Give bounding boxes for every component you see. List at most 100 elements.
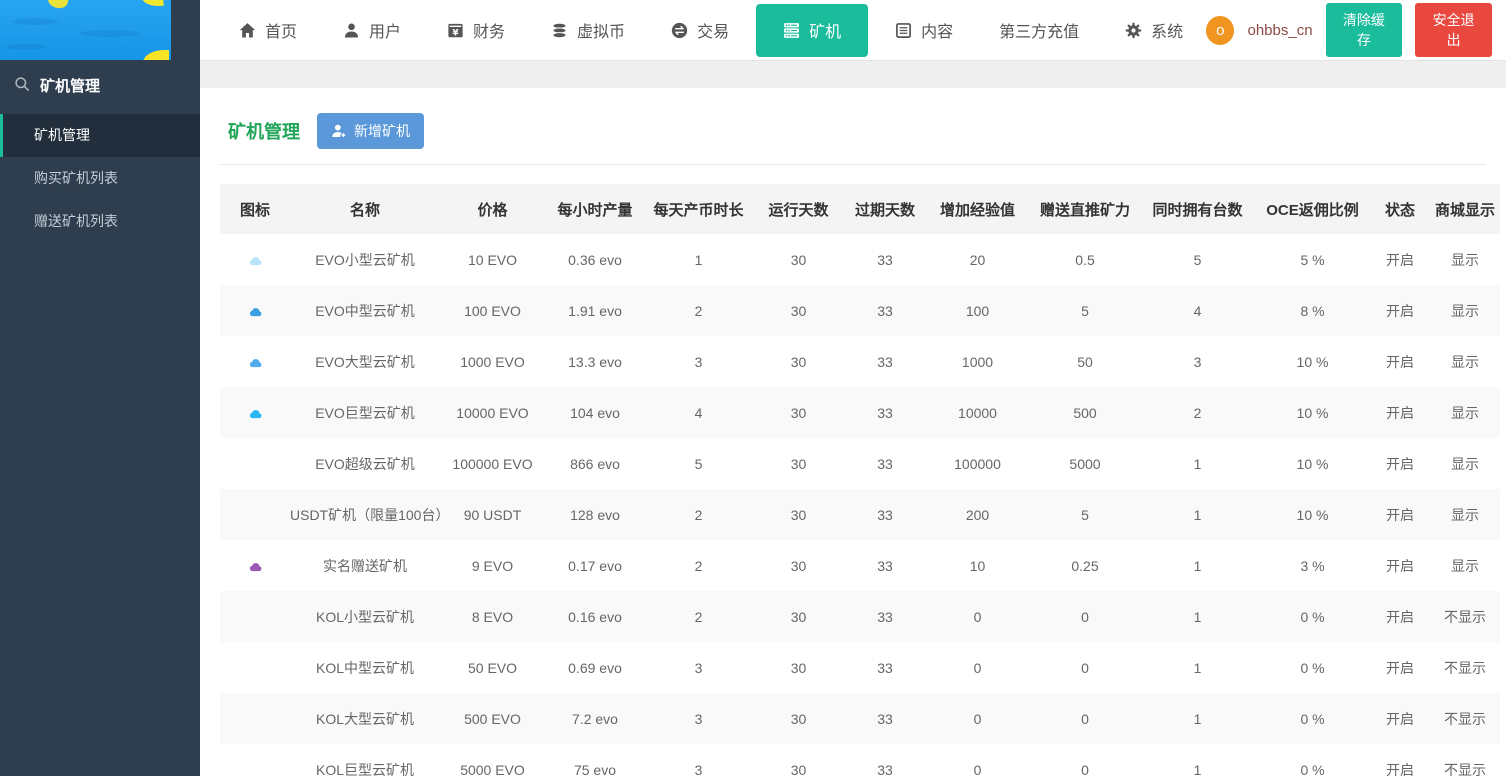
column-header: 商城显示 (1430, 184, 1500, 234)
cell-expire_days: 33 (877, 404, 893, 421)
nav-item[interactable]: 用户 (320, 0, 424, 60)
table-row: EVO超级云矿机 100000 EVO 866 evo 5 30 33 100000 5000… (220, 438, 1500, 489)
column-header: 赠送直推矿力 (1030, 184, 1140, 234)
cell-max_count: 1 (1193, 608, 1202, 625)
add-machine-button[interactable]: 新增矿机 (317, 113, 424, 149)
avatar[interactable]: o (1206, 15, 1235, 45)
cell-run_days: 30 (790, 455, 807, 472)
nav-item-label: 交易 (697, 24, 730, 41)
cell-hourly: 0.69 evo (568, 659, 622, 676)
cell-hours: 1 (694, 251, 703, 268)
cell-hours: 2 (694, 557, 703, 574)
cell-hours: 4 (694, 404, 703, 421)
column-header: 同时拥有台数 (1140, 184, 1255, 234)
logo-image[interactable] (0, 0, 171, 60)
cell-name: KOL小型云矿机 (315, 608, 414, 625)
cell-oce_rate: 10 % (1296, 506, 1329, 523)
cell-hourly: 0.16 evo (568, 608, 622, 625)
table-row: KOL中型云矿机 50 EVO 0.69 evo 3 30 33 0 0 1 0 % 开启 不显示 (220, 642, 1500, 693)
cell-oce_rate: 0 % (1300, 659, 1325, 676)
cell-shop: 显示 (1451, 353, 1479, 370)
cell-max_count: 2 (1193, 404, 1202, 421)
sidebar-item[interactable]: 矿机管理 (0, 114, 200, 157)
cell-gift_power: 5 (1081, 302, 1089, 319)
nav-item[interactable]: 系统 (1102, 0, 1206, 60)
cell-run_days: 30 (790, 506, 807, 523)
nav-item[interactable]: 第三方充值 (976, 0, 1102, 60)
cell-exp: 10 (969, 557, 986, 574)
cell-name: EVO超级云矿机 (315, 455, 415, 472)
cell-expire_days: 33 (877, 506, 893, 523)
content-icon (895, 22, 912, 39)
cell-icon (220, 642, 290, 693)
table-row: EVO小型云矿机 10 EVO 0.36 evo 1 30 33 20 0.5 5 5 % 开启 显示 (220, 234, 1500, 285)
cell-shop: 显示 (1451, 455, 1479, 472)
cell-status: 开启 (1386, 353, 1414, 370)
cell-status: 开启 (1386, 506, 1414, 523)
nav-item[interactable]: 首页 (216, 0, 320, 60)
cell-hours: 3 (694, 353, 703, 370)
nav-item[interactable]: ¥ 财务 (424, 0, 528, 60)
cell-status: 开启 (1386, 557, 1414, 574)
cell-hourly: 0.36 evo (568, 251, 622, 268)
cell-gift_power: 0.25 (1071, 557, 1099, 574)
clear-cache-button[interactable]: 清除缓存 (1325, 3, 1403, 57)
cell-max_count: 5 (1193, 251, 1202, 268)
sidebar-item[interactable]: 赠送矿机列表 (0, 200, 200, 243)
user-icon (343, 22, 360, 39)
cell-shop: 显示 (1451, 506, 1479, 523)
cell-hourly: 13.3 evo (568, 353, 622, 370)
cell-max_count: 1 (1193, 506, 1202, 523)
cell-icon (220, 489, 290, 540)
cell-expire_days: 33 (877, 659, 893, 676)
cell-gift_power: 0 (1081, 761, 1089, 776)
cell-shop: 不显示 (1444, 710, 1486, 727)
nav-item-label: 财务 (473, 24, 506, 41)
coins-icon (551, 22, 568, 39)
logout-button[interactable]: 安全退出 (1415, 3, 1493, 57)
top-navbar: 首页 用户 ¥ 财务 虚拟币 交易 矿机 内容 第三方充值 系统 o ohbbs_cn 清除缓存 … (200, 0, 1506, 61)
cell-oce_rate: 0 % (1300, 710, 1325, 727)
table-row: EVO巨型云矿机 10000 EVO 104 evo 4 30 33 10000 500 2 10… (220, 387, 1500, 438)
cell-shop: 显示 (1451, 404, 1479, 421)
nav-item[interactable]: 矿机 (756, 3, 869, 57)
table-header-row: 图标 名称 价格 每小时产量 每天产币时长 运行天数 过期天数 增加经验值 赠送直推矿力 同时拥有… (220, 184, 1500, 234)
cell-exp: 20 (969, 251, 986, 268)
cell-hourly: 75 evo (573, 761, 617, 776)
cell-name: EVO中型云矿机 (315, 302, 415, 319)
cell-hourly: 104 evo (570, 404, 620, 421)
username[interactable]: ohbbs_cn (1247, 22, 1312, 39)
cell-status: 开启 (1386, 404, 1414, 421)
cell-oce_rate: 0 % (1300, 761, 1325, 776)
cell-run_days: 30 (790, 251, 807, 268)
logo-decoration (12, 18, 58, 25)
sidebar: 矿机管理 矿机管理 购买矿机列表 赠送矿机列表 (0, 0, 200, 776)
cell-max_count: 1 (1193, 557, 1202, 574)
cell-shop: 不显示 (1444, 761, 1486, 776)
server-icon (783, 22, 800, 39)
column-header: 名称 (290, 184, 440, 234)
sidebar-item[interactable]: 购买矿机列表 (0, 157, 200, 200)
cell-max_count: 3 (1193, 353, 1202, 370)
cell-shop: 显示 (1451, 557, 1479, 574)
cell-exp: 200 (965, 506, 990, 523)
nav-item[interactable]: 虚拟币 (528, 0, 648, 60)
cell-run_days: 30 (790, 608, 807, 625)
cell-status: 开启 (1386, 302, 1414, 319)
table-row: KOL大型云矿机 500 EVO 7.2 evo 3 30 33 0 0 1 0 % 开启 不显示 (220, 693, 1500, 744)
cell-price: 8 EVO (471, 608, 514, 625)
nav-item[interactable]: 交易 (648, 0, 752, 60)
nav-item[interactable]: 内容 (872, 0, 976, 60)
cell-oce_rate: 8 % (1300, 302, 1325, 319)
cell-gift_power: 5000 (1069, 455, 1101, 472)
table-row: KOL小型云矿机 8 EVO 0.16 evo 2 30 33 0 0 1 0 % 开启 不显示 (220, 591, 1500, 642)
table-body: EVO小型云矿机 10 EVO 0.36 evo 1 30 33 20 0.5 5 5 % 开启 显示… (220, 234, 1500, 776)
cell-price: 1000 EVO (460, 353, 525, 370)
column-header: 价格 (440, 184, 545, 234)
leaf-shape (46, 0, 70, 11)
cell-price: 90 USDT (463, 506, 522, 523)
cell-icon (220, 387, 290, 438)
leaf-shape (143, 50, 169, 60)
cell-oce_rate: 3 % (1300, 557, 1325, 574)
cell-expire_days: 33 (877, 353, 893, 370)
